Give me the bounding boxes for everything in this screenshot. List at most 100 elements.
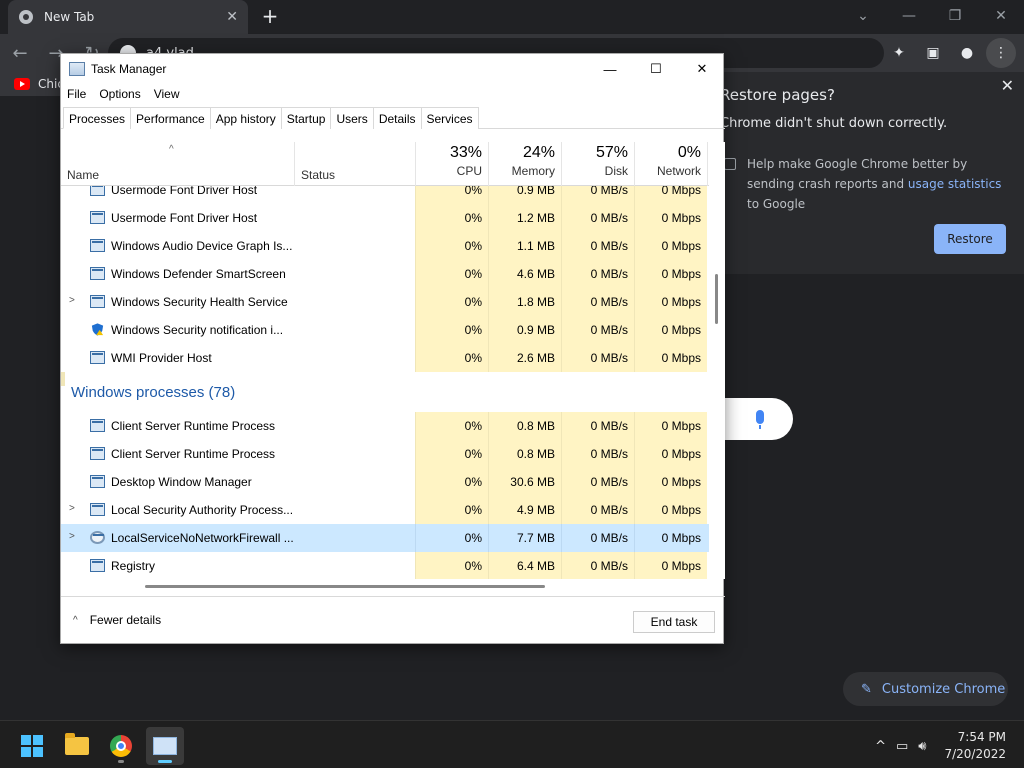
column-status[interactable]: Status [301,168,335,182]
new-tab-button[interactable]: + [258,5,282,29]
expand-chevron-icon[interactable]: > [69,295,75,306]
column-disk[interactable]: 57% Disk [561,144,628,178]
table-row[interactable]: Registry 0% 6.4 MB 0 MB/s 0 Mbps [61,552,709,579]
show-hidden-icons-chevron-icon[interactable]: ^ [875,739,886,754]
process-icon [90,503,105,516]
column-name[interactable]: Name [67,168,99,182]
column-network[interactable]: 0% Network [634,144,701,178]
close-button[interactable]: ✕ [679,54,725,84]
table-row[interactable]: Usermode Font Driver Host 0% 1.2 MB 0 MB… [61,204,709,232]
task-manager-icon [153,737,177,755]
clock[interactable]: 7:54 PM 7/20/2022 [944,729,1006,763]
table-row[interactable]: Windows Audio Device Graph Is... 0% 1.1 … [61,232,709,260]
process-name: Usermode Font Driver Host [111,186,258,197]
restore-button[interactable]: ❐ [932,0,978,32]
disk-cell: 0 MB/s [561,260,634,288]
table-row[interactable]: > Windows Security Health Service 0% 1.8… [61,288,709,316]
process-name: Windows Security notification i... [111,323,284,337]
microphone-icon[interactable] [756,410,764,429]
start-button[interactable] [13,727,51,765]
tab-details[interactable]: Details [372,107,422,129]
cpu-cell: 0% [415,288,488,316]
tab-bar: Processes Performance App history Startu… [61,107,725,129]
task-manager-taskbar-button[interactable] [146,727,184,765]
memory-label: Memory [511,164,555,178]
minimize-button[interactable]: — [886,0,932,32]
table-row[interactable]: Windows Defender SmartScreen 0% 4.6 MB 0… [61,260,709,288]
network-cell: 0 Mbps [634,468,707,496]
side-panel-icon[interactable]: ▣ [918,38,948,68]
menu-file[interactable]: File [67,87,86,101]
usage-statistics-link[interactable]: usage statistics [908,177,1002,191]
maximize-button[interactable]: ☐ [633,54,679,84]
table-row[interactable]: > Local Security Authority Process... 0%… [61,496,709,524]
column-cpu[interactable]: 33% CPU [415,144,482,178]
fewer-details-toggle[interactable]: ^ Fewer details [73,613,161,627]
cpu-cell: 0% [415,316,488,344]
volume-icon[interactable]: 🔊︎ [918,739,926,754]
menu-options[interactable]: Options [99,87,140,101]
disk-cell: 0 MB/s [561,412,634,440]
table-row[interactable]: Client Server Runtime Process 0% 0.8 MB … [61,412,709,440]
cpu-cell: 0% [415,204,488,232]
crash-report-checkbox[interactable] [724,158,736,170]
network-icon[interactable]: ▭ [896,739,908,754]
disk-label: Disk [604,164,628,178]
network-cell: 0 Mbps [634,288,707,316]
column-memory[interactable]: 24% Memory [488,144,555,178]
extensions-icon[interactable]: ✦ [884,38,914,68]
chrome-window-controls: ⌄ — ❐ ✕ [840,0,1024,32]
tab-processes[interactable]: Processes [63,107,132,129]
horizontal-scrollbar[interactable] [61,579,709,593]
disk-cell: 0 MB/s [561,344,634,372]
tab-search-icon[interactable]: ⌄ [840,0,886,32]
process-name: Windows Security Health Service [111,295,288,309]
scrollbar-thumb[interactable] [715,274,718,324]
file-explorer-button[interactable] [58,727,96,765]
end-task-button[interactable]: End task [633,611,715,633]
close-window-button[interactable]: ✕ [978,0,1024,32]
tab-new-tab[interactable]: New Tab ✕ [8,0,248,34]
expand-chevron-icon[interactable]: > [69,503,75,514]
disk-percent: 57% [595,144,628,161]
process-name: Desktop Window Manager [111,475,252,489]
table-row[interactable]: Usermode Font Driver Host 0% 0.9 MB 0 MB… [61,186,709,204]
menu-view[interactable]: View [154,87,180,101]
tab-startup[interactable]: Startup [280,107,332,129]
minimize-button[interactable]: — [587,54,633,84]
customize-chrome-button[interactable]: ✎ Customize Chrome [843,672,1008,706]
close-icon[interactable]: ✕ [1001,76,1014,95]
process-name: Registry [111,559,156,573]
tab-services[interactable]: Services [420,107,479,129]
process-icon [90,559,105,572]
tab-app-history[interactable]: App history [209,107,282,129]
customize-label: Customize Chrome [881,681,1006,697]
network-cell: 0 Mbps [634,232,707,260]
profile-icon[interactable]: ● [952,38,982,68]
memory-cell: 4.6 MB [488,260,561,288]
back-button[interactable]: ← [4,37,36,69]
disk-cell: 0 MB/s [561,524,634,552]
table-row[interactable]: WMI Provider Host 0% 2.6 MB 0 MB/s 0 Mbp… [61,344,709,372]
memory-cell: 1.2 MB [488,204,561,232]
window-title: Task Manager [91,62,167,76]
clock-date: 7/20/2022 [944,747,1006,761]
fewer-details-label: Fewer details [89,613,162,627]
task-manager-titlebar[interactable]: Task Manager — ☐ ✕ [61,54,725,84]
restore-button[interactable]: Restore [934,224,1006,254]
network-percent: 0% [677,144,701,161]
shield-icon [91,323,104,336]
tab-performance[interactable]: Performance [130,107,211,129]
chrome-taskbar-button[interactable] [102,727,140,765]
expand-chevron-icon[interactable]: > [69,531,75,542]
close-tab-icon[interactable]: ✕ [226,9,238,25]
menu-icon[interactable]: ⋮ [986,38,1016,68]
table-row[interactable]: Client Server Runtime Process 0% 0.8 MB … [61,440,709,468]
table-row-selected[interactable]: > LocalServiceNoNetworkFirewall ... 0% 7… [61,524,709,552]
scrollbar-thumb[interactable] [145,585,545,588]
tab-users[interactable]: Users [330,107,374,129]
table-row[interactable]: Windows Security notification i... 0% 0.… [61,316,709,344]
table-row[interactable]: Desktop Window Manager 0% 30.6 MB 0 MB/s… [61,468,709,496]
vertical-scrollbar[interactable] [709,142,725,579]
process-icon [90,419,105,432]
